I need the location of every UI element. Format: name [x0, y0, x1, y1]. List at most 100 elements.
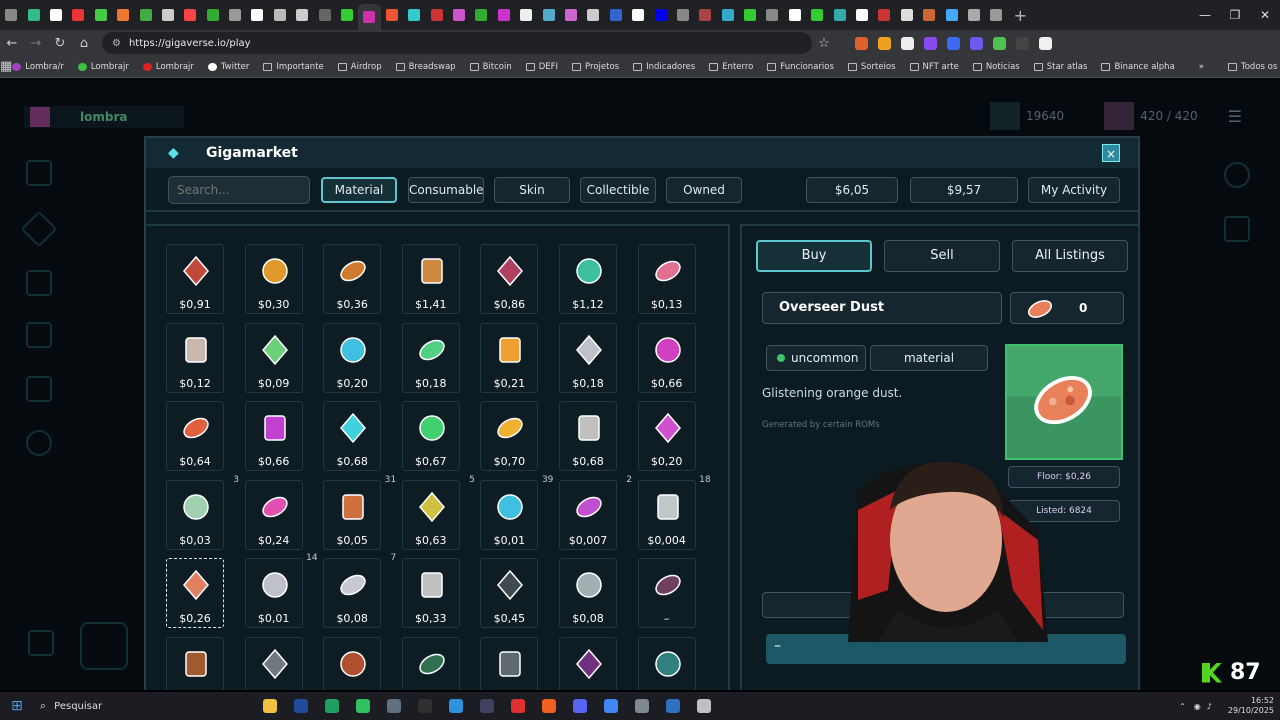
market-item-card[interactable]: $0,64 [166, 401, 224, 471]
my-activity-button[interactable]: My Activity [1028, 177, 1120, 203]
market-item-card[interactable] [559, 636, 617, 690]
tray-arrow-icon[interactable]: ⌃ [1179, 702, 1186, 711]
forward-icon[interactable]: → [24, 36, 48, 51]
app-icon[interactable] [479, 699, 494, 713]
market-item-card[interactable]: $0,12 [166, 322, 224, 393]
market-item-card[interactable]: $0,30 [244, 244, 303, 314]
market-item-card[interactable]: $0,45 [480, 558, 539, 628]
bookmarks-overflow-icon[interactable]: » [1199, 62, 1204, 72]
browser-tab[interactable] [761, 4, 783, 26]
browser-tab[interactable] [358, 4, 381, 30]
browser-tab[interactable] [560, 4, 582, 26]
browser-tab[interactable] [873, 4, 895, 26]
bookmark-item[interactable]: Projetos [572, 62, 619, 72]
browser-tab[interactable] [828, 4, 850, 26]
market-item-card[interactable]: $0,33 [401, 558, 460, 628]
chrome-icon[interactable] [603, 699, 618, 713]
market-item-card[interactable]: $0,08 7 [323, 553, 396, 628]
buy-tab[interactable]: Buy [756, 240, 872, 272]
market-item-card[interactable]: $0,004 18 [637, 475, 711, 550]
market-item-card[interactable]: – [637, 558, 696, 628]
browser-tab[interactable] [179, 4, 201, 26]
bookmark-item[interactable]: Noticias [972, 62, 1020, 72]
filter-consumable[interactable]: Consumable [408, 177, 484, 203]
browser-tab[interactable] [22, 4, 44, 26]
app-icon[interactable] [634, 699, 649, 713]
browser-tab[interactable] [224, 4, 246, 26]
browser-tab[interactable] [940, 4, 962, 26]
browser-tab[interactable] [246, 4, 268, 26]
browser-tab[interactable] [963, 4, 985, 26]
reload-icon[interactable]: ↻ [48, 36, 72, 51]
bookmark-star-icon[interactable]: ☆ [812, 36, 836, 51]
epic-games-icon[interactable] [417, 699, 432, 713]
browser-tab[interactable] [896, 4, 918, 26]
bookmark-item[interactable]: Enterro [709, 62, 753, 72]
windows-start-icon[interactable]: ⊞ [0, 698, 34, 714]
close-icon[interactable]: × [1102, 144, 1120, 162]
browser-tab[interactable] [649, 4, 671, 26]
market-item-card[interactable]: $0,63 5 [401, 475, 475, 550]
filter-material[interactable]: Material [321, 177, 397, 203]
side-fist-icon[interactable] [26, 322, 52, 348]
market-item-card[interactable]: $0,01 39 [480, 475, 553, 550]
extension-icon[interactable] [970, 36, 983, 50]
balance-1[interactable]: $6,05 [806, 177, 898, 203]
discord-icon[interactable] [572, 699, 587, 713]
market-item-card[interactable]: $0,26 [166, 558, 224, 628]
sell-tab[interactable]: Sell [884, 240, 1000, 272]
browser-tab[interactable] [425, 4, 447, 26]
market-item-card[interactable]: $0,36 [323, 244, 382, 314]
side-map-icon[interactable] [26, 270, 52, 296]
market-item-card[interactable]: $0,18 [401, 322, 460, 393]
taskbar-search[interactable]: ⌕ Pesquisar [34, 699, 214, 713]
market-item-card[interactable]: $0,67 [401, 401, 460, 471]
market-item-card[interactable]: $0,21 [480, 322, 539, 393]
browser-tab[interactable] [269, 4, 291, 26]
market-item-card[interactable] [401, 636, 460, 690]
market-item-card[interactable]: $0,91 [166, 244, 224, 314]
close-window-button[interactable]: ✕ [1250, 0, 1280, 30]
browser-tab[interactable] [784, 4, 806, 26]
side-bottom-icon[interactable] [28, 630, 54, 656]
all-bookmarks-folder[interactable]: Todos os marcadores [1227, 62, 1280, 72]
filter-skin[interactable]: Skin [494, 177, 570, 203]
browser-tab[interactable] [627, 4, 649, 26]
market-item-card[interactable]: $0,007 2 [559, 475, 632, 550]
all-listings-tab[interactable]: All Listings [1012, 240, 1128, 272]
filter-owned[interactable]: Owned [666, 177, 742, 203]
browser-tab[interactable] [0, 4, 22, 26]
app-icon[interactable] [510, 699, 525, 713]
bookmark-item[interactable]: Lombrajr [142, 62, 194, 72]
browser-tab[interactable] [403, 4, 425, 26]
market-item-card[interactable]: $0,66 [244, 401, 303, 471]
browser-tab[interactable] [851, 4, 873, 26]
filter-collectible[interactable]: Collectible [580, 177, 656, 203]
app-icon[interactable] [448, 699, 463, 713]
photoshop-icon[interactable] [293, 699, 308, 713]
side-gem-icon[interactable] [20, 210, 58, 248]
market-item-card[interactable]: $0,70 [480, 401, 539, 471]
browser-tab[interactable] [918, 4, 940, 26]
browser-tab[interactable] [717, 4, 739, 26]
minimize-button[interactable]: — [1190, 0, 1220, 30]
bookmark-item[interactable]: Sorteios [847, 62, 896, 72]
browser-tab[interactable] [582, 4, 604, 26]
browser-tab[interactable] [313, 4, 335, 26]
market-item-card[interactable]: $0,13 [637, 244, 696, 314]
brave-icon[interactable] [541, 699, 556, 713]
bookmark-item[interactable]: Breadswap [395, 62, 456, 72]
market-item-card[interactable]: $0,05 31 [323, 475, 396, 550]
app-icon[interactable] [696, 699, 711, 713]
market-item-card[interactable]: $0,68 [559, 401, 617, 471]
apps-grid-icon[interactable]: ▦ [0, 59, 12, 74]
market-item-card[interactable] [166, 636, 224, 690]
browser-tab[interactable] [806, 4, 828, 26]
balance-2[interactable]: $9,57 [910, 177, 1018, 203]
market-item-card[interactable]: $0,18 [559, 322, 617, 393]
browser-tab[interactable] [493, 4, 515, 26]
market-item-card[interactable]: $1,41 [401, 244, 460, 314]
market-item-card[interactable] [244, 636, 303, 690]
extension-icon[interactable] [901, 36, 914, 50]
bookmark-item[interactable]: Funcionarios [767, 62, 834, 72]
